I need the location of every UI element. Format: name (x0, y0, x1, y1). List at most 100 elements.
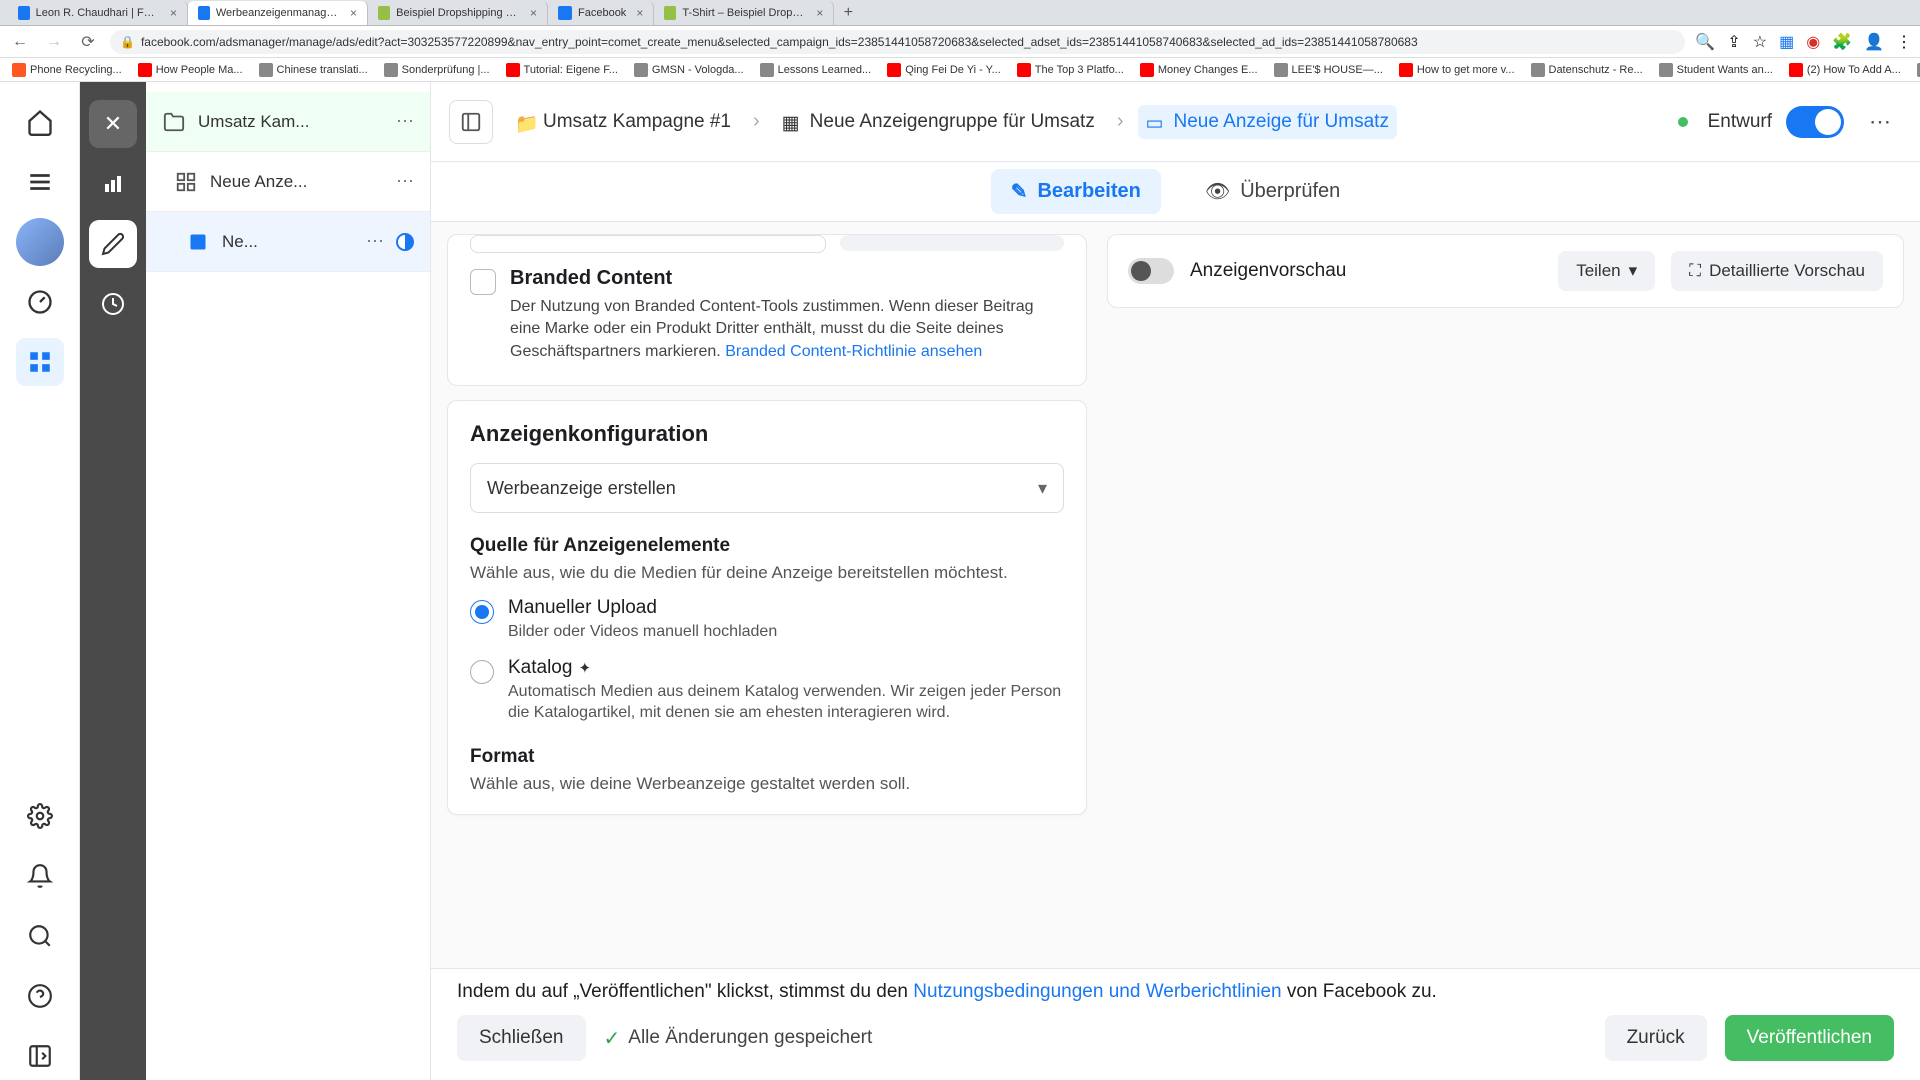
address-input[interactable]: 🔒facebook.com/adsmanager/manage/ads/edit… (110, 30, 1685, 54)
campaign-tree: Umsatz Kam... ⋯ Neue Anze... ⋯ Ne... ⋯ (146, 82, 431, 1080)
browser-tab-0[interactable]: Leon R. Chaudhari | Facebook× (8, 1, 188, 25)
bookmark[interactable]: Tutorial: Eigene F... (502, 61, 622, 79)
tab-close-icon[interactable]: × (636, 6, 643, 20)
bookmark[interactable]: Student Wants an... (1655, 61, 1777, 79)
radio-manual-upload[interactable]: Manueller Upload Bilder oder Videos manu… (470, 597, 1064, 643)
partial-field[interactable] (470, 235, 826, 253)
publish-button[interactable]: Veröffentlichen (1725, 1015, 1894, 1061)
tab-close-icon[interactable]: × (530, 6, 537, 20)
tree-label: Neue Anze... (210, 172, 384, 192)
detailed-preview-button[interactable]: ⛶Detaillierte Vorschau (1671, 251, 1883, 291)
bookmark[interactable]: The Top 3 Platfo... (1013, 61, 1128, 79)
format-title: Format (470, 746, 1064, 768)
gear-icon[interactable] (16, 792, 64, 840)
bookmark[interactable]: Sonderprüfung |... (380, 61, 494, 79)
more-icon[interactable]: ⋯ (396, 111, 414, 132)
more-button[interactable]: ⋯ (1858, 100, 1902, 144)
bookmark[interactable]: Phone Recycling... (8, 61, 126, 79)
tab-close-icon[interactable]: × (350, 6, 357, 20)
tab-title: T-Shirt – Beispiel Dropshippin (682, 7, 806, 19)
tree-item-adset[interactable]: Neue Anze... ⋯ (146, 152, 430, 212)
back-button[interactable]: ← (8, 30, 32, 54)
preview-toggle[interactable] (1128, 258, 1174, 284)
bookmark[interactable]: Qing Fei De Yi - Y... (883, 61, 1005, 79)
chart-icon[interactable] (89, 160, 137, 208)
breadcrumb-campaign[interactable]: 📁Umsatz Kampagne #1 (507, 105, 739, 139)
forward-button[interactable]: → (42, 30, 66, 54)
close-button[interactable]: Schließen (457, 1015, 586, 1061)
bookmark[interactable]: Money Changes E... (1136, 61, 1262, 79)
zoom-icon[interactable]: 🔍 (1695, 32, 1715, 52)
folder-icon (162, 110, 186, 134)
more-icon[interactable]: ⋯ (366, 231, 384, 252)
gauge-icon[interactable] (16, 278, 64, 326)
reload-button[interactable]: ⟳ (76, 30, 100, 54)
bookmark[interactable]: How People Ma... (134, 61, 247, 79)
browser-tab-4[interactable]: T-Shirt – Beispiel Dropshippin × (654, 1, 834, 25)
new-tab-button[interactable]: + (834, 1, 862, 25)
browser-tab-1[interactable]: Werbeanzeigenmanager - We× (188, 1, 368, 25)
panel-toggle[interactable] (449, 100, 493, 144)
bookmark[interactable]: Lessons Learned... (756, 61, 876, 79)
more-icon[interactable]: ⋯ (396, 171, 414, 192)
star-icon[interactable]: ☆ (1753, 32, 1767, 52)
main-content: 📁Umsatz Kampagne #1 › ▦Neue Anzeigengrup… (431, 82, 1920, 1080)
breadcrumb-adset[interactable]: ▦Neue Anzeigengruppe für Umsatz (774, 105, 1103, 139)
radio-button[interactable] (470, 600, 494, 624)
ext-icon[interactable]: 🧩 (1832, 32, 1852, 52)
chevron-right-icon: › (1117, 110, 1124, 133)
ext-icon[interactable]: ▦ (1779, 32, 1794, 52)
grid-icon: ▦ (782, 112, 802, 132)
terms-link[interactable]: Nutzungsbedingungen und Werberichtlinien (913, 981, 1281, 1002)
collapse-icon[interactable] (16, 1032, 64, 1080)
edit-icon[interactable] (89, 220, 137, 268)
url-text: facebook.com/adsmanager/manage/ads/edit?… (141, 35, 1418, 49)
search-icon[interactable] (16, 912, 64, 960)
bookmark[interactable]: LEE'$ HOUSE—... (1270, 61, 1387, 79)
expand-icon: ⛶ (1689, 261, 1701, 281)
edit-rail: ✕ (80, 82, 146, 1080)
back-button[interactable]: Zurück (1605, 1015, 1707, 1061)
history-icon[interactable] (89, 280, 137, 328)
tree-item-campaign[interactable]: Umsatz Kam... ⋯ (146, 92, 430, 152)
profile-icon[interactable]: 👤 (1864, 32, 1884, 52)
grid-icon[interactable] (16, 338, 64, 386)
home-icon[interactable] (16, 98, 64, 146)
active-toggle[interactable] (1786, 106, 1844, 138)
branded-content-checkbox[interactable] (470, 269, 496, 295)
tab-close-icon[interactable]: × (816, 6, 823, 20)
branded-link[interactable]: Branded Content-Richtlinie ansehen (725, 343, 982, 360)
ad-icon (186, 230, 210, 254)
tab-close-icon[interactable]: × (170, 6, 177, 20)
bookmark[interactable]: GMSN - Vologda... (630, 61, 748, 79)
bell-icon[interactable] (16, 852, 64, 900)
status-dot (1678, 117, 1688, 127)
browser-tab-3[interactable]: Facebook× (548, 1, 654, 25)
format-description: Wähle aus, wie deine Werbeanzeige gestal… (470, 774, 1064, 794)
close-button[interactable]: ✕ (89, 100, 137, 148)
bookmark[interactable]: Chinese translati... (255, 61, 372, 79)
radio-button[interactable] (470, 660, 494, 684)
topbar: 📁Umsatz Kampagne #1 › ▦Neue Anzeigengrup… (431, 82, 1920, 162)
tab-review[interactable]: 👁Überprüfen (1185, 169, 1360, 214)
saved-indicator: ✓Alle Änderungen gespeichert (604, 1026, 873, 1051)
bookmark[interactable]: Download - Cooki... (1913, 61, 1920, 79)
bookmark[interactable]: (2) How To Add A... (1785, 61, 1905, 79)
status-indicator (396, 233, 414, 251)
menu-icon[interactable]: ⋮ (1896, 32, 1912, 52)
avatar[interactable] (16, 218, 64, 266)
browser-tab-2[interactable]: Beispiel Dropshipping Store -× (368, 1, 548, 25)
tree-item-ad[interactable]: Ne... ⋯ (146, 212, 430, 272)
menu-icon[interactable] (16, 158, 64, 206)
radio-catalog[interactable]: Katalog✦ Automatisch Medien aus deinem K… (470, 657, 1064, 724)
help-icon[interactable] (16, 972, 64, 1020)
folder-icon: 📁 (515, 112, 535, 132)
share-button[interactable]: Teilen▾ (1558, 251, 1655, 291)
ad-type-select[interactable]: Werbeanzeige erstellen ▾ (470, 463, 1064, 513)
bookmark[interactable]: How to get more v... (1395, 61, 1519, 79)
share-icon[interactable]: ⇪ (1727, 32, 1740, 52)
ext-icon[interactable]: ◉ (1806, 32, 1820, 52)
breadcrumb-ad[interactable]: ▭Neue Anzeige für Umsatz (1138, 105, 1397, 139)
bookmark[interactable]: Datenschutz - Re... (1527, 61, 1647, 79)
tab-edit[interactable]: ✎Bearbeiten (991, 169, 1161, 214)
